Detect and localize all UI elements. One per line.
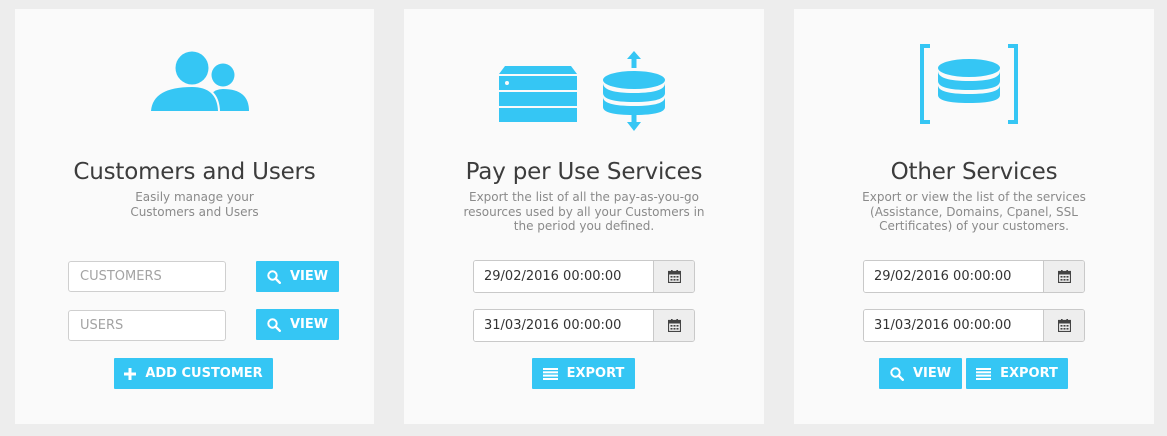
server-icon bbox=[499, 66, 577, 122]
calendar-icon bbox=[1057, 319, 1071, 332]
export-label: EXPORT bbox=[1000, 366, 1058, 381]
date-from-calendar-button[interactable] bbox=[653, 261, 694, 292]
view-customers-button[interactable]: VIEW bbox=[256, 261, 339, 292]
date-from-picker bbox=[863, 260, 1085, 293]
view-other-services-button[interactable]: VIEW bbox=[879, 358, 962, 389]
date-from-input[interactable] bbox=[864, 261, 1043, 292]
card-description: Export or view the list of the services … bbox=[862, 190, 1086, 233]
users-icon-area bbox=[15, 49, 374, 129]
date-from-picker bbox=[473, 260, 695, 293]
card-title: Customers and Users bbox=[73, 159, 316, 185]
payperuse-card: Pay per Use Services Export the list of … bbox=[404, 9, 764, 424]
search-icon bbox=[890, 366, 904, 381]
other-icon-area bbox=[794, 44, 1154, 129]
date-to-calendar-button[interactable] bbox=[653, 310, 694, 341]
customers-search-input[interactable] bbox=[68, 261, 226, 292]
date-to-picker bbox=[863, 309, 1085, 342]
export-label: EXPORT bbox=[566, 366, 625, 381]
users-icon bbox=[149, 49, 249, 111]
date-to-picker bbox=[473, 309, 695, 342]
search-icon bbox=[267, 269, 281, 284]
add-customer-button[interactable]: ADD CUSTOMER bbox=[114, 358, 273, 389]
payperuse-icon-area bbox=[404, 49, 764, 131]
view-label: VIEW bbox=[289, 269, 329, 284]
users-search-input[interactable] bbox=[68, 310, 226, 341]
calendar-icon bbox=[1057, 270, 1071, 283]
database-sync-icon bbox=[603, 51, 665, 131]
card-title: Pay per Use Services bbox=[465, 159, 703, 185]
card-description: Easily manage your Customers and Users bbox=[130, 190, 259, 219]
database-brackets-icon bbox=[920, 44, 1018, 124]
other-services-card: Other Services Export or view the list o… bbox=[794, 9, 1154, 424]
list-icon bbox=[976, 367, 992, 380]
export-payperuse-button[interactable]: EXPORT bbox=[532, 358, 635, 389]
date-to-input[interactable] bbox=[864, 310, 1043, 341]
search-icon bbox=[267, 317, 281, 332]
calendar-icon bbox=[667, 319, 681, 332]
export-other-services-button[interactable]: EXPORT bbox=[966, 358, 1068, 389]
view-users-button[interactable]: VIEW bbox=[256, 309, 339, 340]
date-from-input[interactable] bbox=[474, 261, 653, 292]
calendar-icon bbox=[667, 270, 681, 283]
plus-icon bbox=[124, 367, 137, 380]
date-to-input[interactable] bbox=[474, 310, 653, 341]
card-title: Other Services bbox=[890, 159, 1058, 185]
list-icon bbox=[542, 367, 558, 380]
customers-card: Customers and Users Easily manage your C… bbox=[15, 9, 374, 424]
card-description: Export the list of all the pay-as-you-go… bbox=[463, 190, 705, 233]
add-customer-label: ADD CUSTOMER bbox=[145, 366, 263, 381]
date-to-calendar-button[interactable] bbox=[1043, 310, 1084, 341]
view-label: VIEW bbox=[912, 366, 952, 381]
date-from-calendar-button[interactable] bbox=[1043, 261, 1084, 292]
view-label: VIEW bbox=[289, 317, 329, 332]
